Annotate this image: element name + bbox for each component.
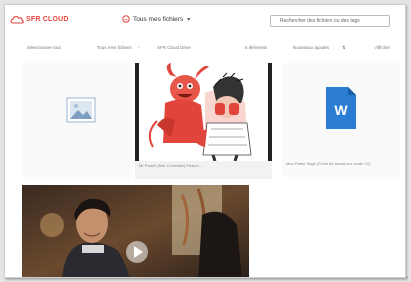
file-card[interactable] bbox=[22, 63, 132, 177]
select-all-link[interactable]: Sélectionner tout bbox=[27, 45, 61, 50]
sort-direction-icon[interactable]: ⇅ bbox=[342, 45, 346, 51]
file-thumbnail bbox=[22, 63, 132, 161]
item-count: 5 éléments bbox=[245, 45, 268, 50]
file-card[interactable] bbox=[22, 185, 249, 277]
brand-logo[interactable]: SFR CLOUD bbox=[10, 15, 69, 24]
image-icon bbox=[66, 97, 96, 123]
file-thumbnail: W bbox=[282, 63, 400, 157]
play-icon[interactable] bbox=[125, 240, 149, 264]
illustration-image bbox=[135, 63, 272, 161]
toolbar-row: Sélectionner tout Tous mes fichiers › SF… bbox=[5, 45, 405, 55]
header-bar: SFR CLOUD Tous mes fichiers ▾ Rechercher… bbox=[5, 5, 405, 35]
word-document-icon: W bbox=[326, 87, 356, 129]
search-placeholder: Rechercher des fichiers ou des tags bbox=[280, 18, 360, 24]
file-caption: Mon Partie Sage (Fiche de travail sur re… bbox=[286, 161, 371, 166]
breadcrumb-root[interactable]: Tous mes fichiers bbox=[97, 45, 132, 50]
file-card[interactable]: W Mon Partie Sage (Fiche de travail sur … bbox=[282, 63, 400, 177]
file-thumbnail bbox=[22, 185, 249, 277]
app-window: SFR CLOUD Tous mes fichiers ▾ Rechercher… bbox=[4, 4, 406, 278]
folder-selector[interactable]: Tous mes fichiers ▾ bbox=[122, 15, 190, 23]
breadcrumb-current: SFR Cloud Drive bbox=[157, 45, 191, 50]
breadcrumb-separator: › bbox=[138, 45, 140, 50]
file-thumbnail bbox=[135, 63, 272, 161]
cloud-icon bbox=[10, 16, 24, 24]
view-dropdown[interactable]: Afficher bbox=[375, 45, 390, 50]
chevron-down-icon: ▾ bbox=[187, 16, 191, 23]
folder-selector-label: Tous mes fichiers bbox=[133, 15, 184, 23]
video-frame bbox=[22, 185, 249, 277]
file-card[interactable]: Mr Peach (Mar 4 Horrible) Picture... bbox=[135, 63, 272, 179]
search-input[interactable]: Rechercher des fichiers ou des tags bbox=[270, 15, 390, 27]
file-caption: Mr Peach (Mar 4 Horrible) Picture... bbox=[139, 163, 203, 168]
word-icon-letter: W bbox=[334, 102, 348, 118]
cloud-folder-icon bbox=[122, 15, 130, 23]
brand-name: SFR CLOUD bbox=[26, 16, 69, 23]
sort-dropdown[interactable]: Nouveaux ajoutés bbox=[293, 45, 329, 50]
